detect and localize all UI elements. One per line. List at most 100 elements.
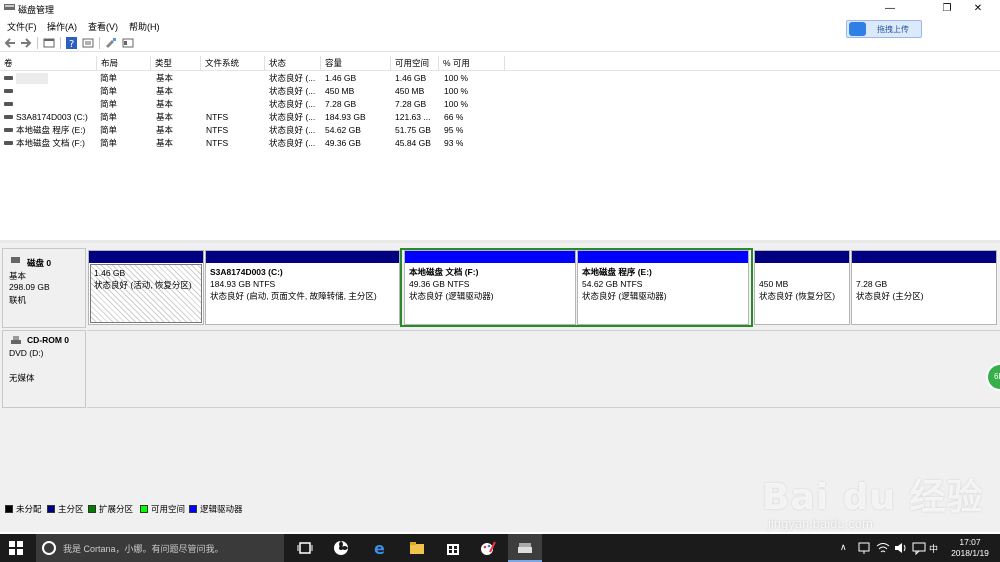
col-status[interactable]: 状态 [265,56,321,71]
menu-help[interactable]: 帮助(H) [129,20,160,33]
cdrom0-drive: DVD (D:) [9,348,44,358]
ime-indicator[interactable]: 中 [929,542,938,555]
primary-partition-bar [852,251,996,263]
volume-capacity: 49.36 GB [325,138,361,148]
volume-capacity: 450 MB [325,86,355,96]
cortana-search-box[interactable]: 我是 Cortana，小娜。有问题尽管问我。 [36,534,284,562]
app-fan-icon[interactable] [333,540,349,556]
col-capacity[interactable]: 容量 [321,56,391,71]
cdrom0-name: CD-ROM 0 [27,335,70,345]
disk0-label[interactable]: 磁盘 0 基本 298.09 GB 联机 [2,248,86,328]
volume-row[interactable]: 本地磁盘 程序 (E:) 简单 基本 NTFS 状态良好 (... 54.62 … [0,124,520,137]
volume-percent-free: 66 % [444,112,464,122]
volume-speaker-icon[interactable] [894,541,908,555]
volume-status: 状态良好 (... [269,138,316,148]
paint-app-icon[interactable] [480,540,496,556]
partition-f[interactable]: 本地磁盘 文档 (F:) 49.36 GB NTFS 状态良好 (逻辑驱动器) [404,250,576,325]
volume-icon [4,141,13,145]
svg-text:e: e [374,540,385,556]
volume-filesystem: NTFS [206,112,229,122]
volume-icon [4,128,13,132]
help-icon[interactable]: ? [66,37,77,49]
list-view-icon[interactable] [122,37,134,49]
edge-browser-icon[interactable]: e [373,540,389,556]
partition-status: 状态良好 (主分区) [856,291,924,301]
legend-label: 主分区 [58,504,84,514]
partition-status: 状态良好 (恢复分区) [759,291,836,301]
close-button[interactable]: ✕ [956,0,1000,17]
volume-name: 本地磁盘 文档 (F:) [16,138,85,148]
back-arrow-icon[interactable] [4,37,16,49]
wifi-icon[interactable] [876,541,890,555]
windows-start-icon[interactable] [9,541,23,555]
volume-status: 状态良好 (... [269,112,316,122]
system-clock[interactable]: 17:07 2018/1/19 [945,537,995,559]
task-view-icon[interactable] [297,540,313,556]
partition-size: 1.46 GB [94,268,126,278]
active-disk-management-task[interactable] [508,534,542,562]
volume-filesystem: NTFS [206,138,229,148]
disk-management-icon [4,4,15,10]
forward-arrow-icon[interactable] [20,37,32,49]
partition-status: 状态良好 (活动, 恢复分区) [94,280,192,290]
col-percent-free[interactable]: % 可用 [439,56,505,71]
network-icon[interactable] [857,541,871,555]
volume-row[interactable]: 简单 基本 状态良好 (... 7.28 GB 7.28 GB 100 % [0,98,520,111]
partition-name: S3A8174D003 (C:) [210,267,283,277]
cortana-icon [42,541,56,555]
volume-row[interactable]: 简单 基本 状态良好 (... 1.46 GB 1.46 GB 100 % [0,72,520,85]
file-explorer-icon[interactable] [409,540,425,556]
legend-label: 未分配 [16,504,42,514]
legend-label: 扩展分区 [99,504,134,514]
partition-c[interactable]: S3A8174D003 (C:) 184.93 GB NTFS 状态良好 (启动… [205,250,400,325]
partition-size: 49.36 GB NTFS [409,279,470,289]
col-layout[interactable]: 布局 [97,56,151,71]
minimize-button[interactable]: — [868,0,912,17]
cortana-placeholder: 我是 Cortana，小娜。有问题尽管问我。 [63,544,224,554]
volume-row[interactable]: 本地磁盘 文档 (F:) 简单 基本 NTFS 状态良好 (... 49.36 … [0,137,520,150]
primary-partition-bar [206,251,399,263]
volume-row[interactable]: 简单 基本 状态良好 (... 450 MB 450 MB 100 % [0,85,520,98]
primary-partition-bar [755,251,849,263]
notification-message-icon[interactable] [912,541,926,555]
disk0-name: 磁盘 0 [27,258,52,268]
partition-recovery-2[interactable]: 450 MB 状态良好 (恢复分区) [754,250,850,325]
volume-row[interactable]: S3A8174D003 (C:) 简单 基本 NTFS 状态良好 (... 18… [0,111,520,124]
console-tree-icon[interactable] [43,37,55,49]
swatch [189,505,197,513]
volume-status: 状态良好 (... [269,99,316,109]
volume-layout: 简单 [100,99,118,109]
disk0-size: 298.09 GB [9,282,50,292]
store-icon[interactable] [445,540,461,556]
disk0-status: 联机 [9,295,27,305]
volume-free: 121.63 ... [395,112,431,122]
partition-recovery-1[interactable]: 1.46 GB 状态良好 (活动, 恢复分区) [88,250,204,325]
volume-type: 基本 [156,86,174,96]
tray-expand-chevron-icon[interactable]: ∧ [840,542,847,553]
legend-logical: 逻辑驱动器 [189,503,243,515]
volume-icon [4,76,13,80]
partition-status: 状态良好 (逻辑驱动器) [582,291,667,301]
swatch [5,505,13,513]
menu-file[interactable]: 文件(F) [7,20,37,33]
menu-view[interactable]: 查看(V) [88,20,118,33]
menu-action[interactable]: 操作(A) [47,20,77,33]
volume-percent-free: 93 % [444,138,464,148]
legend: 未分配 主分区 扩展分区 可用空间 逻辑驱动器 [0,502,1000,514]
wizard-icon[interactable] [105,37,117,49]
properties-icon[interactable] [82,37,94,49]
legend-primary: 主分区 [47,503,84,515]
partition-primary-last[interactable]: 7.28 GB 状态良好 (主分区) [851,250,997,325]
col-filesystem[interactable]: 文件系统 [201,56,265,71]
volume-free: 45.84 GB [395,138,431,148]
partition-status: 状态良好 (逻辑驱动器) [409,291,494,301]
cdrom0-label[interactable]: CD-ROM 0 DVD (D:) 无媒体 [2,330,86,408]
col-volume[interactable]: 卷 [0,56,97,71]
partition-e[interactable]: 本地磁盘 程序 (E:) 54.62 GB NTFS 状态良好 (逻辑驱动器) [577,250,749,325]
col-type[interactable]: 类型 [151,56,201,71]
cdrom0-media: 无媒体 [9,373,35,383]
swatch [47,505,55,513]
volume-free: 450 MB [395,86,425,96]
toolbar: ? [0,34,1000,52]
col-free-space[interactable]: 可用空间 [391,56,439,71]
